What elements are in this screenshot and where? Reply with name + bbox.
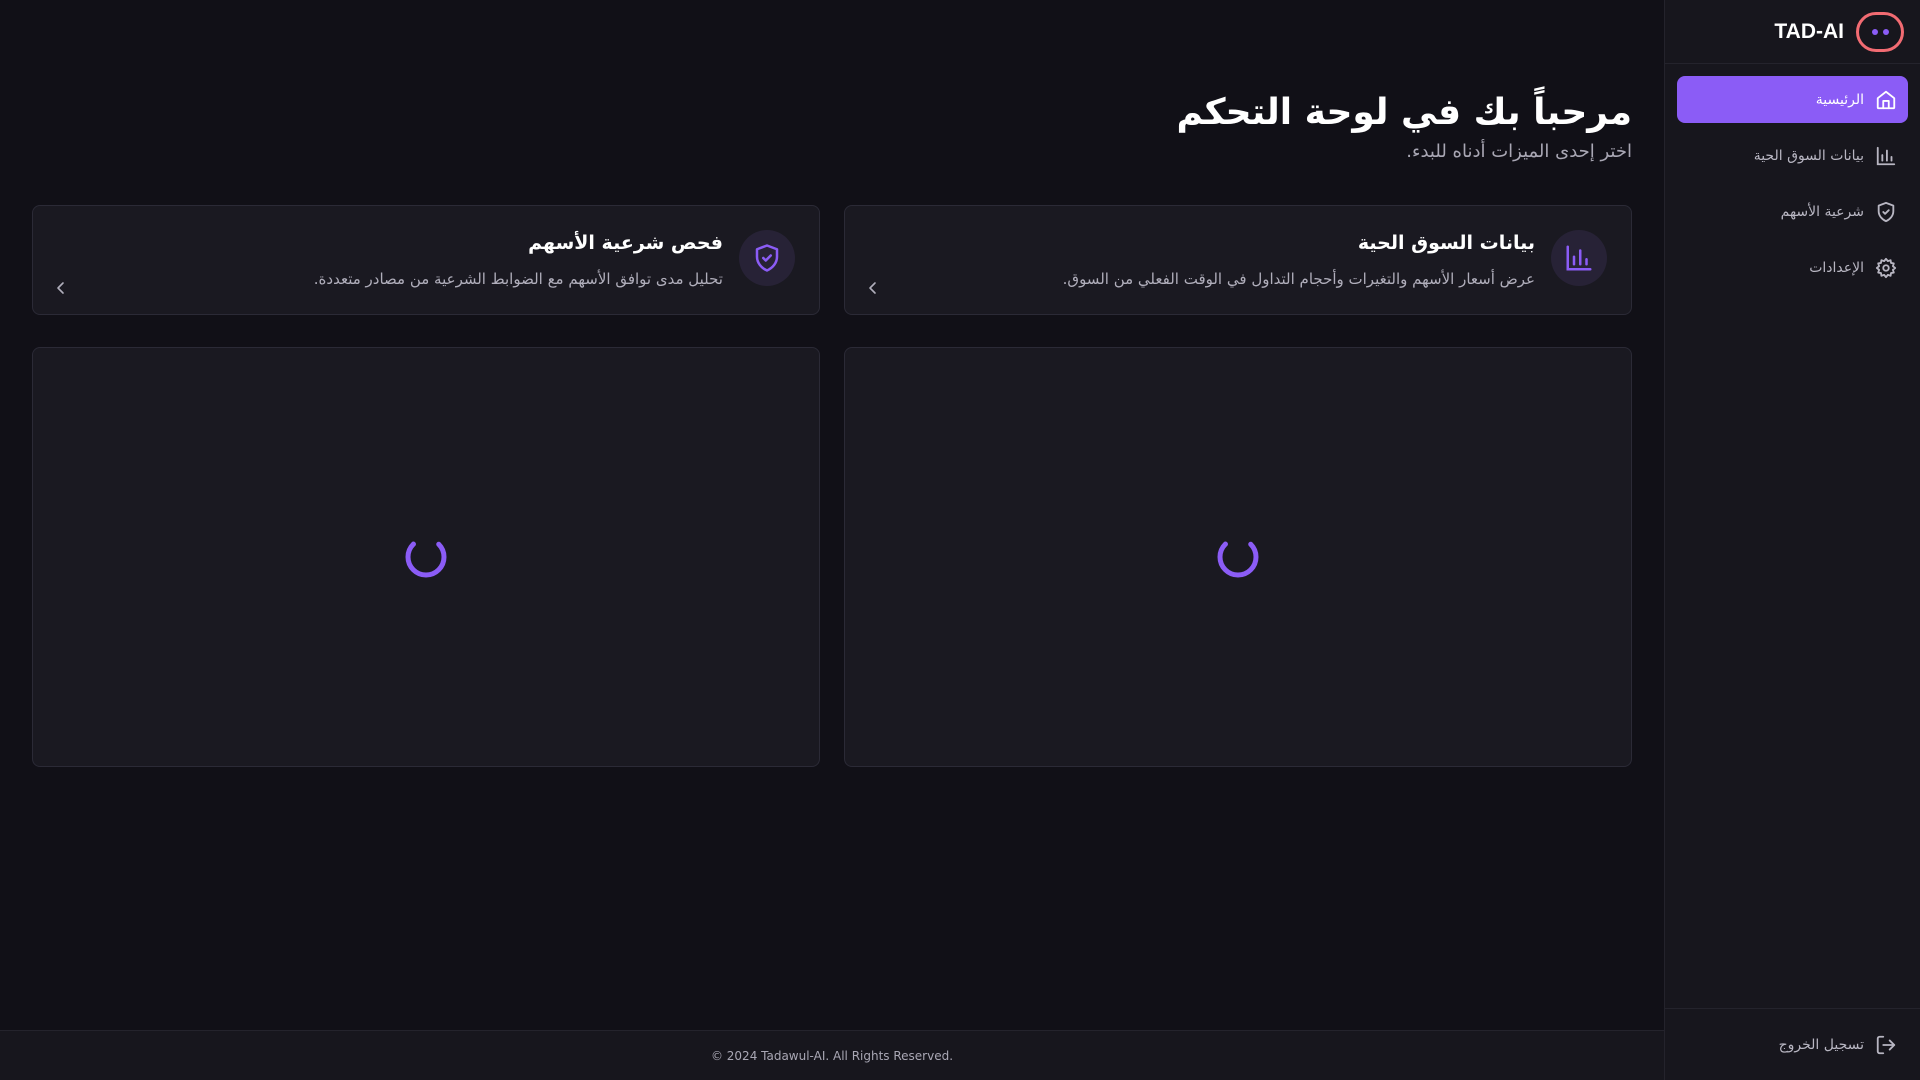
sidebar-item-settings[interactable]: الإعدادات	[1677, 244, 1908, 291]
sidebar-header: TAD-AI	[1665, 0, 1920, 64]
logout-button[interactable]: تسجيل الخروج	[1677, 1021, 1908, 1068]
sidebar-nav: الرئيسية بيانات السوق الحية شرعية الأسهم…	[1665, 64, 1920, 312]
card-description: تحليل مدى توافق الأسهم مع الضوابط الشرعي…	[313, 270, 723, 288]
sidebar-item-label: الرئيسية	[1815, 91, 1864, 108]
shield-check-icon	[1874, 200, 1898, 224]
chevron-left-icon	[57, 282, 64, 294]
copyright-text: © 2024 Tadawul-AI. All Rights Reserved.	[710, 1048, 954, 1063]
sidebar: TAD-AI الرئيسية بيانات السوق الحية شرعية…	[1664, 0, 1920, 1080]
bar-chart-icon	[1566, 245, 1592, 271]
chevron-left-icon	[869, 282, 876, 294]
feature-card-sharia-check[interactable]: فحص شرعية الأسهم تحليل مدى توافق الأسهم …	[32, 205, 820, 315]
logo-icon	[1856, 11, 1904, 52]
sidebar-item-label: الإعدادات	[1809, 259, 1864, 276]
logo-dot-icon	[1871, 28, 1878, 35]
welcome-section: مرحباً بك في لوحة التحكم اختر إحدى الميز…	[1176, 92, 1632, 162]
sidebar-item-sharia[interactable]: شرعية الأسهم	[1677, 188, 1908, 235]
sidebar-item-label: شرعية الأسهم	[1780, 203, 1864, 220]
app-root: TAD-AI الرئيسية بيانات السوق الحية شرعية…	[0, 0, 1920, 1080]
sidebar-item-live-market[interactable]: بيانات السوق الحية	[1677, 132, 1908, 179]
gear-icon	[1874, 256, 1898, 280]
logo-dot-icon	[1882, 28, 1889, 35]
live-market-panel	[844, 347, 1632, 767]
page-footer: © 2024 Tadawul-AI. All Rights Reserved.	[0, 1030, 1664, 1080]
sidebar-item-home[interactable]: الرئيسية	[1677, 76, 1908, 123]
logout-icon	[1874, 1033, 1898, 1057]
card-title: بيانات السوق الحية	[1357, 232, 1535, 254]
card-icon-badge	[739, 230, 795, 286]
feature-card-live-market[interactable]: بيانات السوق الحية عرض أسعار الأسهم والت…	[844, 205, 1632, 315]
main-content: مرحباً بك في لوحة التحكم اختر إحدى الميز…	[0, 0, 1664, 1030]
brand-name: TAD-AI	[1774, 19, 1844, 43]
loading-spinner-icon	[1217, 536, 1259, 578]
card-icon-badge	[1551, 230, 1607, 286]
loading-spinner-icon	[405, 536, 447, 578]
home-icon	[1874, 88, 1898, 112]
bar-chart-icon	[1874, 144, 1898, 168]
sidebar-footer: تسجيل الخروج	[1665, 1008, 1920, 1080]
sidebar-item-label: بيانات السوق الحية	[1753, 147, 1864, 164]
card-title: فحص شرعية الأسهم	[528, 232, 723, 254]
card-description: عرض أسعار الأسهم والتغيرات وأحجام التداو…	[1062, 270, 1535, 288]
logout-label: تسجيل الخروج	[1778, 1036, 1864, 1053]
page-subtitle: اختر إحدى الميزات أدناه للبدء.	[1406, 141, 1632, 162]
shield-check-icon	[755, 244, 779, 272]
sharia-check-panel	[32, 347, 820, 767]
page-title: مرحباً بك في لوحة التحكم	[1176, 92, 1632, 133]
